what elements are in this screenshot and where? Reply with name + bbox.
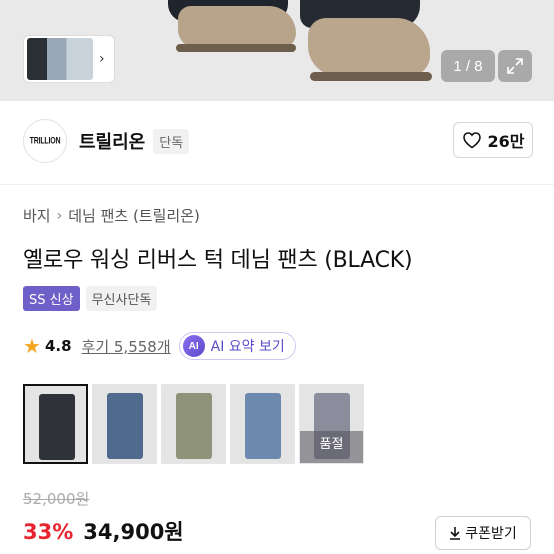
coupon-button[interactable]: 쿠폰받기	[435, 516, 531, 550]
product-title: 옐로우 워싱 리버스 턱 데님 팬츠 (BLACK)	[23, 248, 413, 273]
variant-image	[107, 393, 143, 459]
gallery-thumbnail-image	[27, 38, 93, 80]
breadcrumb-item-pants[interactable]: 바지	[23, 205, 51, 226]
ai-summary-label: AI 요약 보기	[210, 339, 285, 355]
breadcrumb: 바지 › 데님 팬츠 (트릴리온)	[23, 205, 200, 226]
coupon-label: 쿠폰받기	[465, 526, 517, 542]
original-price: 52,000원	[23, 490, 90, 508]
gallery-pager: 1 / 8	[441, 50, 495, 82]
expand-icon	[507, 58, 523, 74]
like-button[interactable]: 26만	[453, 122, 533, 158]
ai-summary-button[interactable]: AI AI 요약 보기	[178, 332, 296, 360]
like-count: 26만	[487, 132, 525, 151]
variant-option[interactable]	[23, 384, 88, 464]
brand-row: TRILLION 트릴리온 단독 26만	[23, 118, 533, 164]
hero-boot-left	[176, 6, 296, 52]
chevron-right-icon: ›	[56, 207, 63, 224]
rating-row: ★ 4.8 후기 5,558개 AI AI 요약 보기	[23, 332, 296, 360]
tag-musinsa-exclusive: 무신사단독	[85, 286, 158, 311]
discount-rate: 33%	[23, 520, 74, 544]
variant-option[interactable]	[161, 384, 226, 464]
soldout-overlay: 품절	[300, 431, 363, 463]
variant-image	[39, 394, 75, 460]
variant-option[interactable]	[92, 384, 157, 464]
variant-image	[245, 393, 281, 459]
tag-ss-new: SS 신상	[23, 286, 80, 311]
product-hero-image[interactable]: › 1 / 8	[0, 0, 554, 101]
breadcrumb-item-denim[interactable]: 데님 팬츠 (트릴리온)	[68, 205, 200, 226]
brand-name[interactable]: 트릴리온	[79, 128, 145, 154]
product-tags: SS 신상 무신사단독	[23, 286, 158, 311]
download-icon	[450, 527, 461, 540]
star-icon: ★	[23, 334, 41, 358]
brand-exclusive-badge: 단독	[153, 128, 190, 154]
ai-icon: AI	[182, 335, 205, 357]
variant-image	[176, 393, 212, 459]
sale-price: 34,900원	[83, 520, 184, 544]
price-row: 33% 34,900원	[23, 516, 184, 546]
reviews-link[interactable]: 후기 5,558개	[82, 336, 171, 357]
variant-option[interactable]	[230, 384, 295, 464]
brand-logo-text: TRILLION	[29, 136, 61, 146]
heart-icon	[462, 132, 481, 149]
brand-logo[interactable]: TRILLION	[23, 119, 67, 163]
hero-boot-right	[308, 18, 432, 81]
section-divider	[0, 184, 554, 185]
color-variants: 품절	[23, 384, 364, 464]
gallery-thumbnail-button[interactable]: ›	[23, 35, 115, 83]
rating-score: 4.8	[44, 337, 72, 355]
variant-option-soldout[interactable]: 품절	[299, 384, 364, 464]
chevron-right-icon: ›	[99, 51, 105, 67]
expand-button[interactable]	[498, 50, 532, 82]
